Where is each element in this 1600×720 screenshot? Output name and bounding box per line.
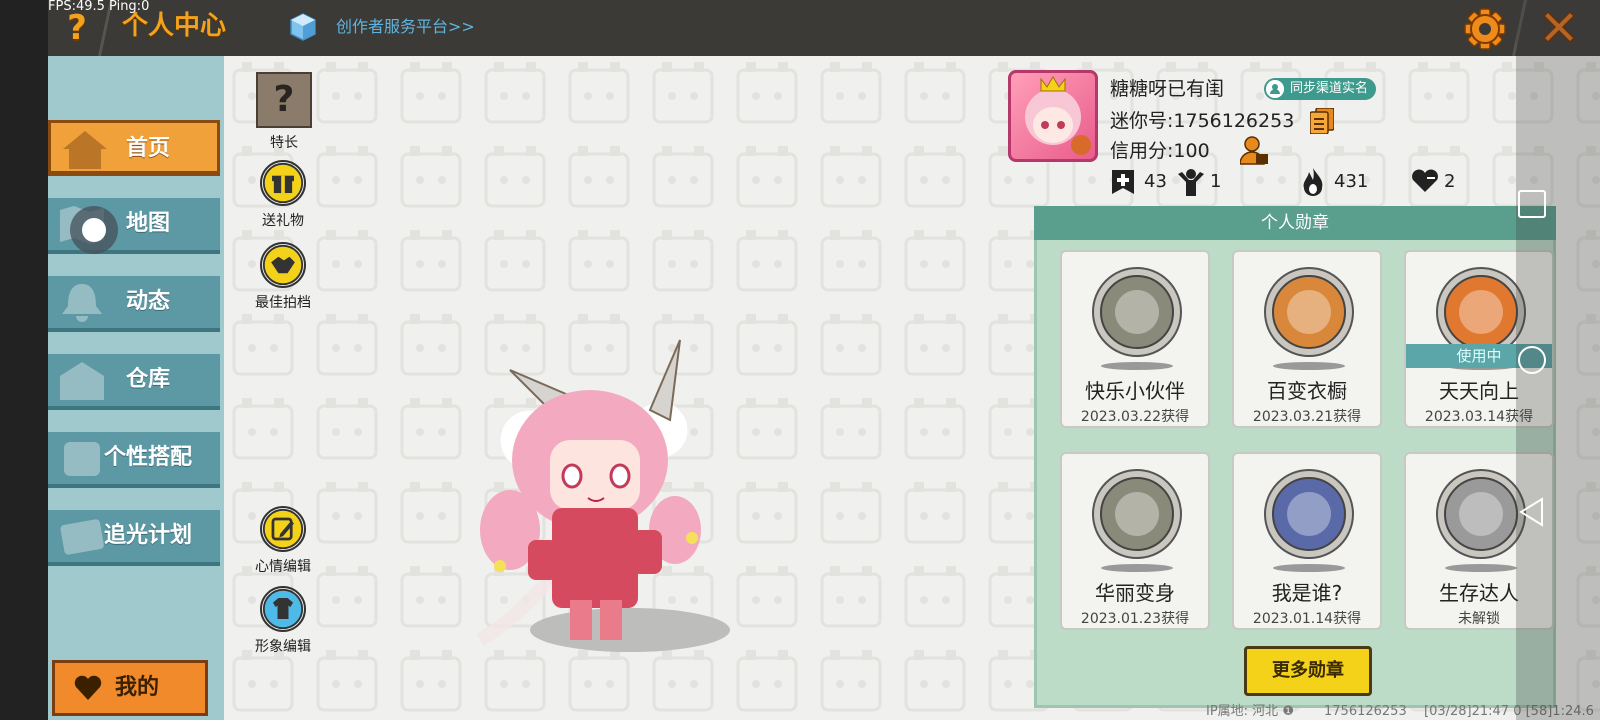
heart-icon [1412, 169, 1438, 192]
best-partner-label: 最佳拍档 [255, 295, 311, 311]
top-bar [48, 0, 1600, 56]
sidebar-item-outfit[interactable]: 个性搭配 [48, 432, 220, 488]
more-badges-button[interactable]: 更多勋章 [1244, 646, 1372, 696]
badge-card[interactable]: 快乐小伙伴 2023.03.22获得 [1060, 250, 1210, 428]
badge-name: 快乐小伙伴 [1085, 379, 1185, 403]
medal-icon [1436, 469, 1526, 572]
medal-icon [1092, 267, 1182, 370]
stat-value: 1 [1210, 171, 1222, 192]
badge-card[interactable]: 百变衣橱 2023.03.21获得 [1232, 250, 1382, 428]
badge-card[interactable]: 华丽变身 2023.01.23获得 [1060, 452, 1210, 630]
avatar-edit-button[interactable]: 形象编辑 [255, 586, 311, 656]
mini-id: 迷你号:1756126253 [1110, 110, 1295, 132]
badge-name: 我是谁? [1271, 581, 1343, 605]
sidebar-item-label: 追光计划 [103, 523, 192, 548]
ip-location: IP属地: 河北 ❶ [1206, 704, 1294, 719]
badge-name: 华丽变身 [1095, 581, 1175, 605]
touch-indicator-dot [82, 218, 106, 242]
handshake-icon [260, 242, 306, 288]
gear-icon[interactable] [1462, 6, 1508, 52]
medal-icon [1264, 469, 1354, 572]
gift-icon [260, 160, 306, 206]
badge-card[interactable]: 我是谁? 2023.01.14获得 [1232, 452, 1382, 630]
mood-edit-button[interactable]: 心情编辑 [255, 506, 311, 576]
avatar[interactable] [1008, 70, 1098, 162]
badge-date: 2023.01.14获得 [1252, 611, 1362, 627]
badge-date: 2023.01.23获得 [1080, 611, 1190, 627]
sidebar-item-label: 首页 [125, 136, 170, 161]
footer-id: 1756126253 [1324, 704, 1407, 719]
credit-score: 信用分:100 [1110, 140, 1210, 162]
skill-button[interactable]: ? [256, 72, 312, 128]
recent-apps-icon[interactable] [1516, 188, 1548, 220]
my-button-label: 我的 [115, 675, 160, 700]
sidebar-item-label: 仓库 [125, 367, 170, 392]
best-partner-button[interactable]: 最佳拍档 [255, 242, 311, 312]
medal-icon [1264, 267, 1354, 370]
medal-icon [1092, 469, 1182, 572]
sidebar-item-plan[interactable]: 追光计划 [48, 510, 220, 566]
shirt-icon [260, 586, 306, 632]
skill-label: 特长 [270, 135, 298, 151]
badge-panel-title: 个人勋章 [1034, 206, 1556, 240]
fps-readout: FPS:49.5 Ping:0 [48, 0, 150, 14]
sidebar-item-feed[interactable]: 动态 [48, 276, 220, 332]
sidebar-item-label: 个性搭配 [103, 445, 192, 470]
add-bookmark-icon [1112, 170, 1134, 194]
creator-platform-link[interactable]: 创作者服务平台>> [336, 16, 475, 38]
send-gift-button[interactable]: 送礼物 [260, 160, 306, 230]
stat-value: 431 [1334, 171, 1369, 192]
question-mark-icon[interactable]: ? [60, 8, 94, 48]
send-gift-label: 送礼物 [262, 213, 304, 229]
user-icon [1266, 80, 1284, 98]
avatar-portrait [1025, 76, 1091, 155]
fans-icon [1178, 169, 1204, 196]
cube-icon [290, 13, 316, 41]
my-button[interactable]: 我的 [52, 660, 208, 716]
player-character[interactable] [470, 330, 780, 670]
stat-value: 43 [1144, 171, 1167, 192]
edit-icon [260, 506, 306, 552]
badge-name: 百变衣橱 [1267, 379, 1347, 403]
stat-value: 2 [1444, 171, 1456, 192]
flame-icon [1303, 168, 1323, 196]
sidebar-item-warehouse[interactable]: 仓库 [48, 354, 220, 410]
avatar-edit-label: 形象编辑 [255, 639, 311, 655]
sidebar-item-label: 动态 [125, 289, 170, 314]
badge-date: 2023.03.21获得 [1252, 409, 1362, 425]
home-icon[interactable] [1516, 344, 1548, 376]
back-icon[interactable] [1516, 496, 1548, 528]
mood-edit-label: 心情编辑 [255, 559, 311, 575]
badge-date: 2023.03.22获得 [1080, 409, 1190, 425]
copy-icon[interactable] [1310, 108, 1334, 134]
sidebar-item-home[interactable]: 首页 [48, 120, 220, 176]
heart-icon [74, 675, 102, 700]
credit-user-icon[interactable] [1240, 136, 1268, 166]
username: 糖糖呀已有闺 [1110, 78, 1225, 100]
